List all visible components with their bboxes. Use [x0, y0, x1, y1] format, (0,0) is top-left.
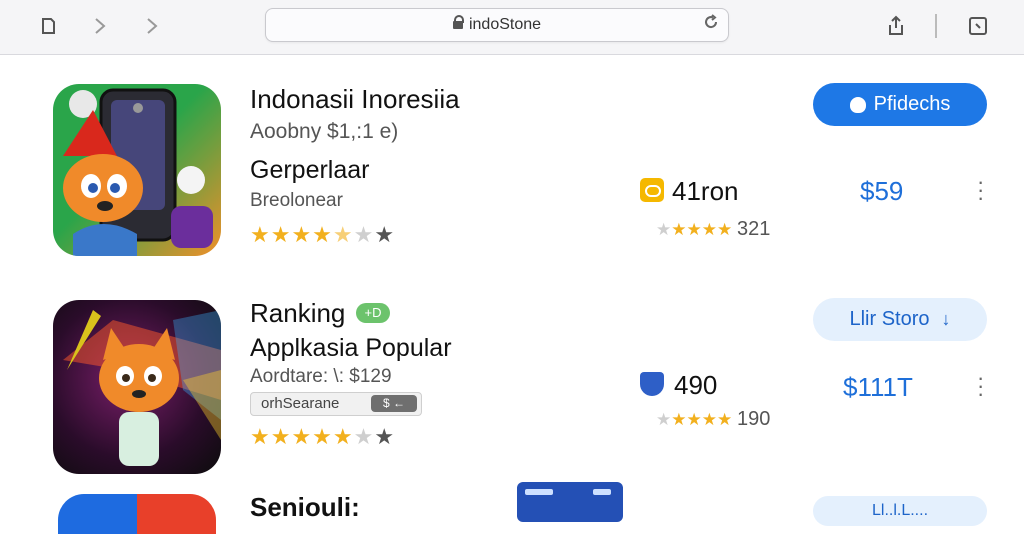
url-text: indoStone [468, 16, 542, 33]
mid-star-rating: ★★★★★ 321 [656, 218, 771, 240]
address-text-wrapper: indoStone [266, 15, 728, 34]
rating-count: 190 [736, 408, 771, 430]
tag-label: orhSearane [261, 395, 340, 412]
app-name[interactable]: Applkasia Popular [250, 334, 452, 363]
app-icon-fox-gnome[interactable] [53, 84, 221, 256]
app-icon-fox-rainbow[interactable] [53, 300, 221, 474]
app-icon-partial[interactable] [58, 494, 216, 534]
button-label: Ll..l.L.... [871, 502, 929, 519]
browser-toolbar: indoStone [0, 0, 1024, 55]
toolbar-divider [935, 14, 937, 38]
chevron-left-icon[interactable] [86, 12, 114, 40]
download-arrow-icon: ↓ [941, 309, 951, 329]
app-subtitle: Aordtare: \: $129 [250, 366, 392, 387]
more-options-icon[interactable]: · · · [977, 367, 984, 405]
chevron-right-icon[interactable] [138, 12, 166, 40]
app-category: Breolonear [250, 190, 343, 211]
button-label: Pfidechs [873, 93, 951, 115]
mid-value: 490 [674, 370, 718, 400]
store-button[interactable]: Ll..l.L.... [813, 496, 987, 526]
section-title: Ranking [250, 298, 346, 328]
apple-icon [849, 96, 866, 113]
mid-star-rating: ★★★★★ 190 [656, 408, 771, 430]
tabs-icon[interactable] [34, 12, 62, 40]
app-title[interactable]: Indonasii Inoresiia [250, 84, 460, 115]
star-rating: ★★★★★★★ [250, 424, 396, 449]
app-title[interactable]: Seniouli: [250, 492, 360, 523]
reload-icon[interactable] [700, 13, 722, 35]
button-label: Llir Storo [849, 308, 930, 330]
app-subtitle: Aoobny $1,:1 e) [250, 120, 399, 143]
phone-thumbnail [517, 482, 623, 522]
app-price: $111T [843, 372, 913, 402]
address-bar[interactable]: indoStone [265, 8, 729, 42]
star-rating: ★★★★★★★ [250, 222, 396, 247]
lock-icon [452, 15, 464, 29]
rating-count: 321 [736, 218, 771, 240]
tag-box[interactable]: orhSearane $ ← [250, 392, 422, 416]
get-app-button[interactable]: Pfidechs [813, 83, 987, 126]
coin-icon [640, 178, 664, 202]
bookmarks-icon[interactable] [964, 12, 992, 40]
more-options-icon[interactable]: · · · [977, 171, 984, 209]
status-badge: +D [356, 303, 390, 323]
store-button[interactable]: Llir Storo ↓ [813, 298, 987, 341]
app-name: Gerperlaar [250, 156, 370, 184]
shield-icon [640, 372, 664, 396]
app-price: $59 [860, 176, 904, 206]
share-icon[interactable] [882, 12, 910, 40]
mid-value: 41ron [672, 176, 739, 206]
tag-chip: $ ← [371, 395, 417, 412]
